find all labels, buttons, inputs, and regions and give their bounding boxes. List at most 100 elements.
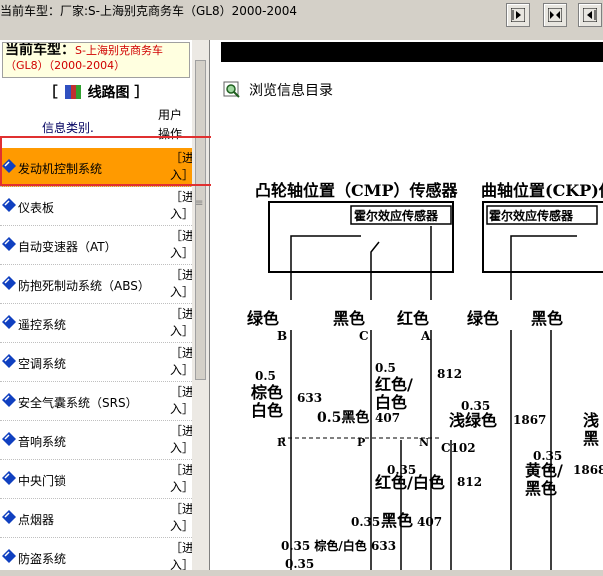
list-item[interactable]: 中央门锁 ［进入］ xyxy=(0,460,194,499)
list-item-label: 仪表板 xyxy=(18,201,55,215)
list-item-label: 自动变速器（AT） xyxy=(18,240,117,254)
list-item[interactable]: 点烟器 ［进入］ xyxy=(0,499,194,538)
wire-gauge: 0.5 xyxy=(375,361,396,375)
col-category: 信息类别. xyxy=(42,121,94,135)
wire-color-label: 棕色 xyxy=(251,383,283,402)
wiring-diagram: 凸轮轴位置（CMP）传感器 曲轴位置(CKP)传 霍尔效应传感器 霍尔效应传感器… xyxy=(247,181,603,576)
enter-link[interactable]: ［进入］ xyxy=(170,423,194,457)
enter-link[interactable]: ［进入］ xyxy=(170,384,194,418)
enter-link[interactable]: ［进入］ xyxy=(170,228,194,262)
list-item[interactable]: 遥控系统 ［进入］ xyxy=(0,304,194,343)
header-title: 线路图 ］ xyxy=(87,85,149,101)
scroll-grip: ≡ xyxy=(195,198,204,209)
left-panel: 当前车型：S-上海别克商务车（GL8）（2000-2004） ［ 线路图 ］ 信… xyxy=(0,40,210,576)
circuit-number: 407 xyxy=(417,515,442,529)
wire-color-label: 浅绿色 xyxy=(449,411,497,430)
book-icon xyxy=(64,85,81,99)
pin-label: R xyxy=(277,436,287,449)
diamond-icon xyxy=(2,354,16,368)
wire-color-label: 白色 xyxy=(375,393,407,412)
diamond-icon xyxy=(2,276,16,290)
arrow-right-icon xyxy=(511,8,525,22)
diamond-icon xyxy=(2,510,16,524)
circuit-number: 407 xyxy=(375,411,400,425)
browse-catalog-link[interactable]: 浏览信息目录 xyxy=(223,80,333,100)
enter-link[interactable]: ［进入］ xyxy=(170,267,194,301)
cmp-hall-label: 霍尔效应传感器 xyxy=(354,208,439,223)
status-bar xyxy=(0,570,603,576)
enter-link[interactable]: ［进入］ xyxy=(170,189,194,223)
wire-color-label: 黄色/ xyxy=(525,461,563,480)
wire-color-label: 黑色 xyxy=(381,511,413,530)
collapse-panel-button[interactable] xyxy=(578,3,602,27)
wire-color-label: 红色/白色 xyxy=(375,473,445,492)
diamond-icon xyxy=(2,198,16,212)
wire-color-label: 红色 xyxy=(397,309,429,328)
diamond-icon xyxy=(2,471,16,485)
list-item-label: 防抱死制动系统（ABS） xyxy=(18,279,150,293)
enter-link[interactable]: ［进入］ xyxy=(170,462,194,496)
cmp-sensor-title: 凸轮轴位置（CMP）传感器 xyxy=(255,181,458,200)
circuit-number: 812 xyxy=(437,367,462,381)
list-item-label: 中央门锁 xyxy=(18,474,67,488)
wiring-diagram-header: ［ 线路图 ］ xyxy=(0,80,192,104)
current-car-type: 当前车型：S-上海别克商务车（GL8）（2000-2004） xyxy=(2,42,190,78)
right-panel: 浏览信息目录 凸轮轴位置（CMP）传感器 曲轴位置(CKP)传 霍尔效应传感器 … xyxy=(211,40,603,576)
circuit-number: 812 xyxy=(457,475,482,489)
enter-link[interactable]: ［进入］ xyxy=(170,345,194,379)
wire-color-label: 绿色 xyxy=(467,309,499,328)
wire-color-label: 红色/ xyxy=(375,375,413,394)
split-view-button[interactable] xyxy=(543,3,567,27)
list-item[interactable]: 发动机控制系统 ［进入］ xyxy=(0,148,194,187)
list-item[interactable]: 安全气囊系统（SRS） ［进入］ xyxy=(0,382,194,421)
enter-link[interactable]: ［进入］ xyxy=(170,540,194,574)
connector-label: C102 xyxy=(441,441,476,455)
enter-link[interactable]: ［进入］ xyxy=(170,306,194,340)
wire-label: 0.35 棕色/白色 xyxy=(281,538,367,553)
circuit-number: 633 xyxy=(297,391,322,405)
diamond-icon xyxy=(2,315,16,329)
wire-color-label: 浅 xyxy=(583,411,599,430)
car-type-label: 当前车型： xyxy=(5,42,75,58)
wire xyxy=(290,235,361,300)
diamond-icon xyxy=(2,549,16,563)
list-item[interactable]: 防抱死制动系统（ABS） ［进入］ xyxy=(0,265,194,304)
list-item[interactable]: 自动变速器（AT） ［进入］ xyxy=(0,226,194,265)
diamond-icon xyxy=(2,159,16,173)
arrow-left-icon xyxy=(583,8,597,22)
enter-link[interactable]: ［进入］ xyxy=(170,150,194,184)
enter-link[interactable]: ［进入］ xyxy=(170,501,194,535)
split-arrows-icon xyxy=(548,8,562,22)
expand-panel-button[interactable] xyxy=(506,3,530,27)
wire-color-label: 黑色 xyxy=(333,309,365,328)
circuit-number: 1868 xyxy=(573,463,603,477)
list-item[interactable]: 仪表板 ［进入］ xyxy=(0,187,194,226)
scrollbar-thumb[interactable] xyxy=(195,60,206,380)
list-item-label: 安全气囊系统（SRS） xyxy=(18,396,138,410)
wire-color-label: 黑色 xyxy=(531,309,563,328)
list-item[interactable]: 空调系统 ［进入］ xyxy=(0,343,194,382)
browse-label: 浏览信息目录 xyxy=(249,83,333,99)
wire-gauge: 0.35 xyxy=(351,515,380,529)
diamond-icon xyxy=(2,393,16,407)
wire-color-label: 黑 xyxy=(583,429,599,448)
list-item-label: 音响系统 xyxy=(18,435,67,449)
wire-label: 0.5黑色 xyxy=(317,409,369,426)
toolbar-strip xyxy=(221,42,603,62)
window-title: 当前车型：厂家:S-上海别克商务车（GL8）2000-2004 xyxy=(0,4,298,18)
wire-gauge: 0.35 xyxy=(285,557,314,571)
pin-label: A xyxy=(420,329,431,343)
magnifier-icon xyxy=(223,81,240,98)
col-user-op: 用户操作 xyxy=(158,108,183,141)
pin-label: N xyxy=(419,436,429,449)
wire-gauge: 0.5 xyxy=(255,369,276,383)
list-item-label: 发动机控制系统 xyxy=(18,162,103,176)
ckp-sensor-title: 曲轴位置(CKP)传 xyxy=(481,181,603,200)
header-bracket: ［ xyxy=(43,85,58,101)
circuit-number: 1867 xyxy=(513,413,546,427)
pin-label: C xyxy=(359,329,369,343)
list-item[interactable]: 音响系统 ［进入］ xyxy=(0,421,194,460)
circuit-number: 633 xyxy=(371,539,396,553)
pin-label: P xyxy=(357,436,365,449)
title-bar: 当前车型：厂家:S-上海别克商务车（GL8）2000-2004 xyxy=(0,0,603,40)
